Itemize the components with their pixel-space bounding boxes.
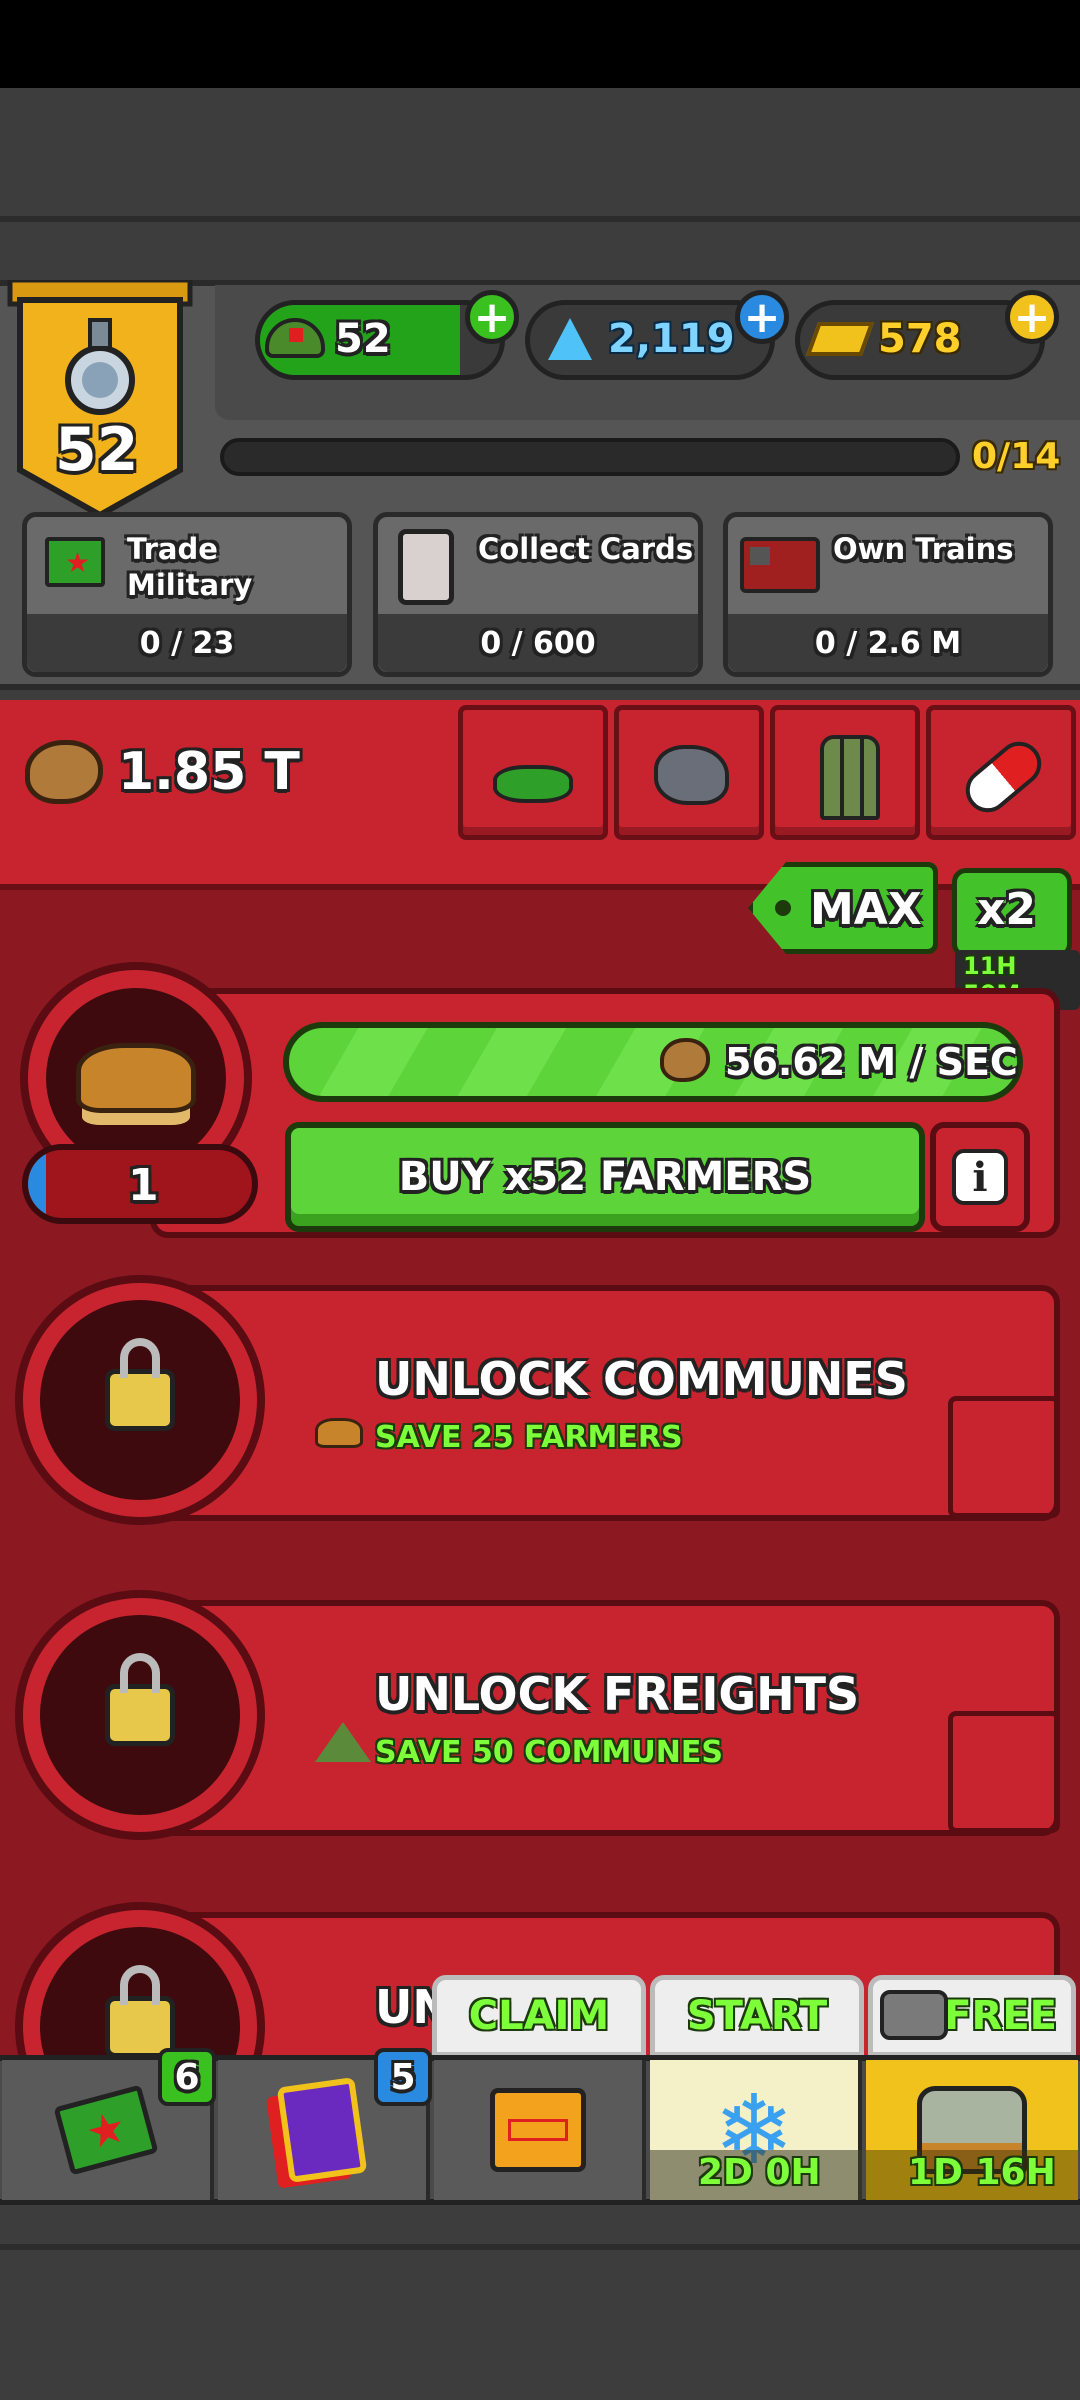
farmer-level-fill xyxy=(28,1150,46,1218)
gold-plus-button[interactable]: + xyxy=(1005,290,1059,344)
potato-icon xyxy=(660,1038,710,1082)
mission-count: 0 / 23 xyxy=(27,614,347,672)
farmer-info-button[interactable]: i xyxy=(930,1122,1030,1232)
card-icon xyxy=(398,529,454,605)
claim-tab[interactable]: CLAIM xyxy=(432,1975,646,2057)
lock-icon xyxy=(105,1653,175,1746)
train-icon xyxy=(740,537,820,593)
chest-timer: 1D 16H xyxy=(908,2152,1056,2193)
farmer-level: 1 xyxy=(128,1160,159,1211)
max-button-dot xyxy=(775,900,791,916)
max-button-label: MAX xyxy=(810,884,922,935)
buy-farmers-label: BUY x52 FARMERS xyxy=(398,1154,812,1200)
level-number: 52 xyxy=(55,415,139,485)
unlock-communes-title: UNLOCK COMMUNES xyxy=(375,1352,908,1406)
free-label: FREE xyxy=(944,1993,1057,2039)
science-plus-button[interactable]: + xyxy=(735,290,789,344)
status-bar xyxy=(0,0,1080,88)
mission-own-trains[interactable]: Own Trains 0 / 2.6 M xyxy=(723,512,1053,677)
mission-trade-military[interactable]: ★ Trade Military 0 / 23 xyxy=(22,512,352,677)
mission-count: 0 / 600 xyxy=(378,614,698,672)
mission-progress-bar xyxy=(220,438,960,476)
mission-count: 0 / 2.6 M xyxy=(728,614,1048,672)
military-flag-icon: ★ xyxy=(45,537,105,587)
lock-icon xyxy=(105,1338,175,1431)
pill-icon xyxy=(956,732,1051,822)
flask-icon xyxy=(548,318,592,360)
info-icon: i xyxy=(952,1149,1008,1205)
ammo-icon xyxy=(820,735,880,820)
tent-small-icon xyxy=(315,1722,371,1762)
gold-value: 578 xyxy=(878,316,962,362)
tab-pill[interactable] xyxy=(926,705,1076,840)
claim-label: CLAIM xyxy=(468,1993,610,2039)
cards-badge: 5 xyxy=(374,2048,432,2106)
freights-portrait xyxy=(15,1590,265,1840)
ore-rock-icon xyxy=(654,745,729,805)
farmer-hat-icon xyxy=(76,1043,196,1113)
military-badge: 6 xyxy=(158,2048,216,2106)
panel-corner xyxy=(948,1396,1060,1518)
unlock-communes-requirement: SAVE 25 FARMERS xyxy=(375,1420,683,1455)
tab-ore[interactable] xyxy=(614,705,764,840)
dossier-folder-icon xyxy=(490,2088,586,2172)
unlock-freights-requirement: SAVE 50 COMMUNES xyxy=(375,1735,723,1770)
science-value: 2,119 xyxy=(608,316,735,362)
cards-icon xyxy=(276,2077,368,2183)
buy-farmers-button[interactable]: BUY x52 FARMERS xyxy=(285,1122,925,1232)
mission-title: Own Trains xyxy=(833,532,1014,566)
mission-title: Collect Cards xyxy=(478,532,694,566)
troops-plus-button[interactable]: + xyxy=(465,290,519,344)
nav-dossier[interactable] xyxy=(434,2060,646,2200)
land-flag-icon xyxy=(493,765,573,803)
unlock-freights-title: UNLOCK FREIGHTS xyxy=(375,1667,860,1721)
potato-icon xyxy=(25,740,103,804)
mission-title: Trade Military xyxy=(127,532,253,602)
film-ticket-icon xyxy=(880,1990,948,2040)
mission-collect-cards[interactable]: Collect Cards 0 / 600 xyxy=(373,512,703,677)
military-flag-icon: ★ xyxy=(53,2084,159,2176)
communes-portrait xyxy=(15,1275,265,1525)
potato-total: 1.85 T xyxy=(118,742,300,802)
tab-ammo[interactable] xyxy=(770,705,920,840)
troops-value: 52 xyxy=(335,316,391,362)
farmer-rate: 56.62 M / SEC xyxy=(725,1040,1018,1084)
x2-boost-label: x2 xyxy=(977,884,1036,935)
freeze-timer: 2D 0H xyxy=(698,2152,821,2193)
tab-land[interactable] xyxy=(458,705,608,840)
panel-corner xyxy=(948,1711,1060,1833)
mission-progress-label: 0/14 xyxy=(972,436,1061,477)
start-label: START xyxy=(686,1993,828,2039)
start-tab[interactable]: START xyxy=(650,1975,864,2057)
farmer-hat-small-icon xyxy=(315,1418,363,1448)
